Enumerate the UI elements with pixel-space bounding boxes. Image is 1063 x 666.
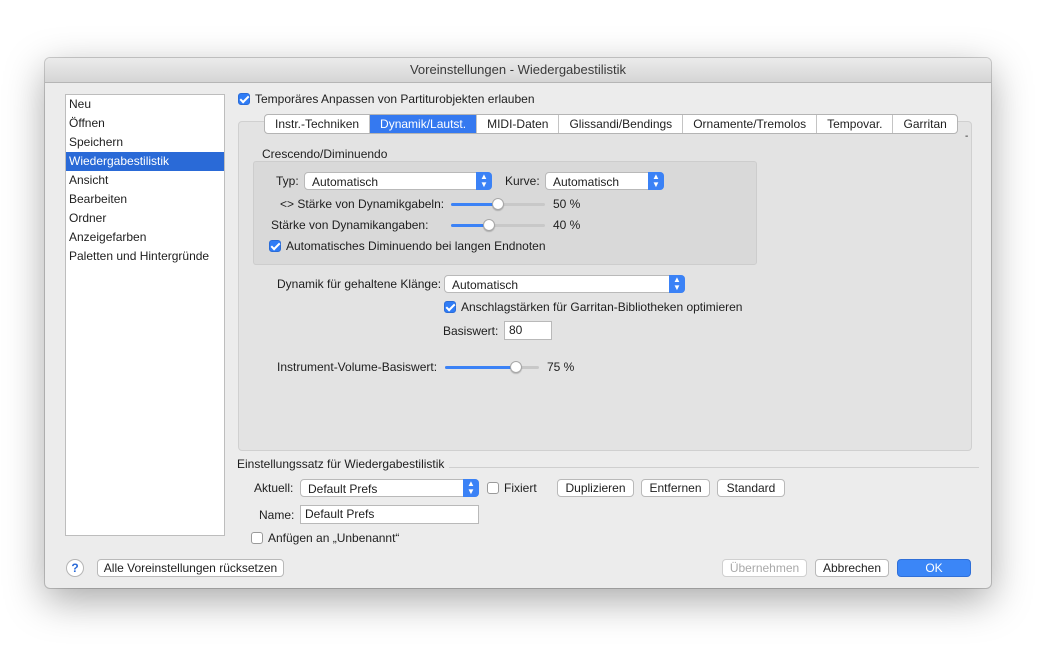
prefs-set-divider	[449, 467, 979, 468]
standard-button[interactable]: Standard	[717, 479, 785, 497]
sidebar-item-oeffnen[interactable]: Öffnen	[66, 114, 224, 133]
tab-midi-daten[interactable]: MIDI-Daten	[477, 115, 560, 133]
preferences-window: Voreinstellungen - Wiedergabestilistik N…	[45, 58, 991, 588]
sidebar-item-speichern[interactable]: Speichern	[66, 133, 224, 152]
typ-popup[interactable]: Automatisch ▲ ▼	[304, 172, 492, 190]
garritan-optimize-label: Anschlagstärken für Garritan-Bibliotheke…	[461, 300, 743, 314]
volume-base-value: 75 %	[547, 360, 575, 374]
hairpin-strength-label: <> Stärke von Dynamikgabeln:	[280, 197, 445, 211]
chevron-updown-icon: ▲ ▼	[463, 479, 479, 497]
hairpin-slider-knob[interactable]	[492, 198, 504, 210]
sidebar-item-wiedergabestilistik[interactable]: Wiedergabestilistik	[66, 152, 224, 171]
remove-button[interactable]: Entfernen	[641, 479, 710, 497]
category-sidebar: Neu Öffnen Speichern Wiedergabestilistik…	[65, 94, 225, 536]
chevron-updown-icon: ▲ ▼	[648, 172, 664, 190]
fixed-checkbox[interactable]	[487, 482, 499, 494]
apply-button[interactable]: Übernehmen	[722, 559, 807, 577]
garritan-optimize-checkbox[interactable]	[444, 301, 456, 313]
auto-diminuendo-checkbox[interactable]	[269, 240, 281, 252]
kurve-popup-value: Automatisch	[553, 175, 620, 189]
name-field[interactable]: Default Prefs	[300, 505, 479, 524]
current-label: Aktuell:	[254, 481, 294, 495]
chevron-updown-icon: ▲ ▼	[669, 275, 685, 293]
typ-label: Typ:	[276, 174, 299, 188]
sustained-dynamics-popup[interactable]: Automatisch ▲ ▼	[444, 275, 685, 293]
tab-glissandi-bendings[interactable]: Glissandi/Bendings	[559, 115, 684, 133]
crescendo-group-title: Crescendo/Diminuendo	[262, 147, 388, 161]
append-untitled-checkbox[interactable]	[251, 532, 263, 544]
sustained-dynamics-value: Automatisch	[452, 278, 519, 292]
tab-tempovar[interactable]: Tempovar.	[817, 115, 894, 133]
reset-all-button[interactable]: Alle Voreinstellungen rücksetzen	[97, 559, 284, 577]
hairpin-strength-value: 50 %	[553, 197, 581, 211]
sidebar-item-neu[interactable]: Neu	[66, 95, 224, 114]
sustained-dynamics-label: Dynamik für gehaltene Klänge:	[277, 277, 442, 291]
temp-adjust-label: Temporäres Anpassen von Partiturobjekten…	[255, 92, 535, 106]
sidebar-item-ordner[interactable]: Ordner	[66, 209, 224, 228]
help-button[interactable]: ?	[66, 559, 84, 577]
chevron-updown-icon: ▲ ▼	[476, 172, 492, 190]
tab-garritan[interactable]: Garritan	[893, 115, 956, 133]
hairpin-slider-fill	[451, 203, 498, 206]
tab-dynamik-lautst[interactable]: Dynamik/Lautst.	[370, 115, 478, 133]
fixed-label: Fixiert	[504, 481, 537, 495]
hairpin-strength-slider[interactable]	[451, 198, 545, 210]
temp-adjust-checkbox[interactable]	[238, 93, 250, 105]
tab-instr-techniken[interactable]: Instr.-Techniken	[265, 115, 371, 133]
dynamic-strength-slider[interactable]	[451, 219, 545, 231]
sidebar-item-anzeigefarben[interactable]: Anzeigefarben	[66, 228, 224, 247]
kurve-label: Kurve:	[505, 174, 540, 188]
window-title: Voreinstellungen - Wiedergabestilistik	[45, 58, 991, 83]
base-value-label: Basiswert:	[443, 324, 499, 338]
dynamic-strength-value: 40 %	[553, 218, 581, 232]
volume-base-label: Instrument-Volume-Basiswert:	[277, 360, 438, 374]
prefs-set-title: Einstellungssatz für Wiedergabestilistik	[237, 457, 445, 471]
typ-popup-value: Automatisch	[312, 175, 379, 189]
auto-diminuendo-label: Automatisches Diminuendo bei langen Endn…	[286, 239, 546, 253]
ok-button[interactable]: OK	[897, 559, 971, 577]
current-prefs-popup[interactable]: Default Prefs ▲ ▼	[300, 479, 479, 497]
append-untitled-label: Anfügen an „Unbenannt“	[268, 531, 400, 545]
pane-marker: -	[965, 131, 969, 142]
dynamic-strength-label: Stärke von Dynamikangaben:	[271, 218, 429, 232]
tab-ornamente-tremolos[interactable]: Ornamente/Tremolos	[683, 115, 818, 133]
sidebar-item-bearbeiten[interactable]: Bearbeiten	[66, 190, 224, 209]
volume-slider-fill	[445, 366, 516, 369]
dynamic-slider-knob[interactable]	[482, 219, 495, 231]
volume-base-slider[interactable]	[445, 361, 539, 373]
duplicate-button[interactable]: Duplizieren	[557, 479, 634, 497]
kurve-popup[interactable]: Automatisch ▲ ▼	[545, 172, 664, 190]
tab-bar: Instr.-Techniken Dynamik/Lautst. MIDI-Da…	[264, 114, 958, 134]
sidebar-item-paletten[interactable]: Paletten und Hintergründe	[66, 247, 224, 266]
base-value-field[interactable]: 80	[504, 321, 552, 340]
sidebar-item-ansicht[interactable]: Ansicht	[66, 171, 224, 190]
current-prefs-value: Default Prefs	[308, 482, 378, 496]
name-label: Name:	[259, 508, 295, 522]
volume-slider-knob[interactable]	[509, 361, 522, 373]
cancel-button[interactable]: Abbrechen	[815, 559, 889, 577]
